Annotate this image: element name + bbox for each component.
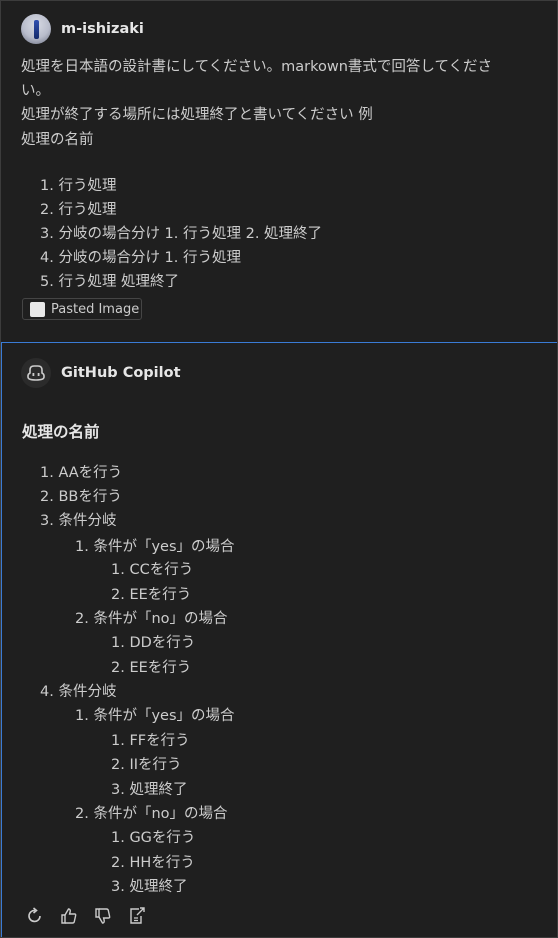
user-message-line: 処理の名前 <box>21 132 94 148</box>
user-message: m-ishizaki 処理を日本語の設計書にしてください。markown書式で回… <box>1 1 557 342</box>
insert-icon[interactable] <box>127 906 147 926</box>
attachment-label: Pasted Image <box>51 301 140 317</box>
response-list-item: 1. DDを行う <box>111 635 196 651</box>
response-list-item: 3. 処理終了 <box>111 879 188 895</box>
user-list-item: 1. 行う処理 <box>40 178 117 194</box>
retry-icon[interactable] <box>25 906 45 926</box>
response-list-item: 3. 条件分岐 <box>40 513 117 529</box>
user-header: m-ishizaki <box>21 12 144 46</box>
response-list-item: 1. FFを行う <box>111 733 190 749</box>
response-list-item: 4. 条件分岐 <box>40 684 117 700</box>
copilot-icon <box>21 358 51 388</box>
copilot-name: GitHub Copilot <box>61 365 181 381</box>
chat-panel: m-ishizaki 処理を日本語の設計書にしてください。markown書式で回… <box>0 0 558 938</box>
response-list-item: 1. 条件が「yes」の場合 <box>75 708 235 724</box>
pasted-image-attachment[interactable]: Pasted Image <box>22 298 142 320</box>
copilot-header: GitHub Copilot <box>21 356 181 390</box>
response-list-item: 1. AAを行う <box>40 465 123 481</box>
response-list-item: 2. HHを行う <box>111 855 195 871</box>
response-list-item: 2. EEを行う <box>111 660 192 676</box>
user-list-item: 5. 行う処理 処理終了 <box>40 274 180 290</box>
user-list-item: 3. 分岐の場合分け 1. 行う処理 2. 処理終了 <box>40 226 323 242</box>
response-actions <box>25 906 147 926</box>
response-list-item: 3. 処理終了 <box>111 782 188 798</box>
response-list-item: 2. 条件が「no」の場合 <box>75 806 228 822</box>
thumbs-up-icon[interactable] <box>59 906 79 926</box>
response-list-item: 2. 条件が「no」の場合 <box>75 611 228 627</box>
user-message-line: 処理を日本語の設計書にしてください。markown書式で回答してくださ <box>21 59 493 75</box>
response-list-item: 2. IIを行う <box>111 757 182 773</box>
response-list-item: 1. GGを行う <box>111 830 196 846</box>
user-message-line: い。 <box>21 83 50 99</box>
response-list-item: 2. BBを行う <box>40 489 122 505</box>
user-avatar <box>21 14 51 44</box>
response-heading: 処理の名前 <box>22 423 100 441</box>
user-message-line: 処理が終了する場所には処理終了と書いてください 例 <box>21 107 373 123</box>
user-name: m-ishizaki <box>61 21 144 37</box>
response-list-item: 1. CCを行う <box>111 562 194 578</box>
response-list-item: 1. 条件が「yes」の場合 <box>75 539 235 555</box>
thumbs-down-icon[interactable] <box>93 906 113 926</box>
user-list-item: 2. 行う処理 <box>40 202 117 218</box>
user-list-item: 4. 分岐の場合分け 1. 行う処理 <box>40 250 241 266</box>
image-thumbnail-icon <box>30 301 45 317</box>
response-list-item: 2. EEを行う <box>111 587 192 603</box>
